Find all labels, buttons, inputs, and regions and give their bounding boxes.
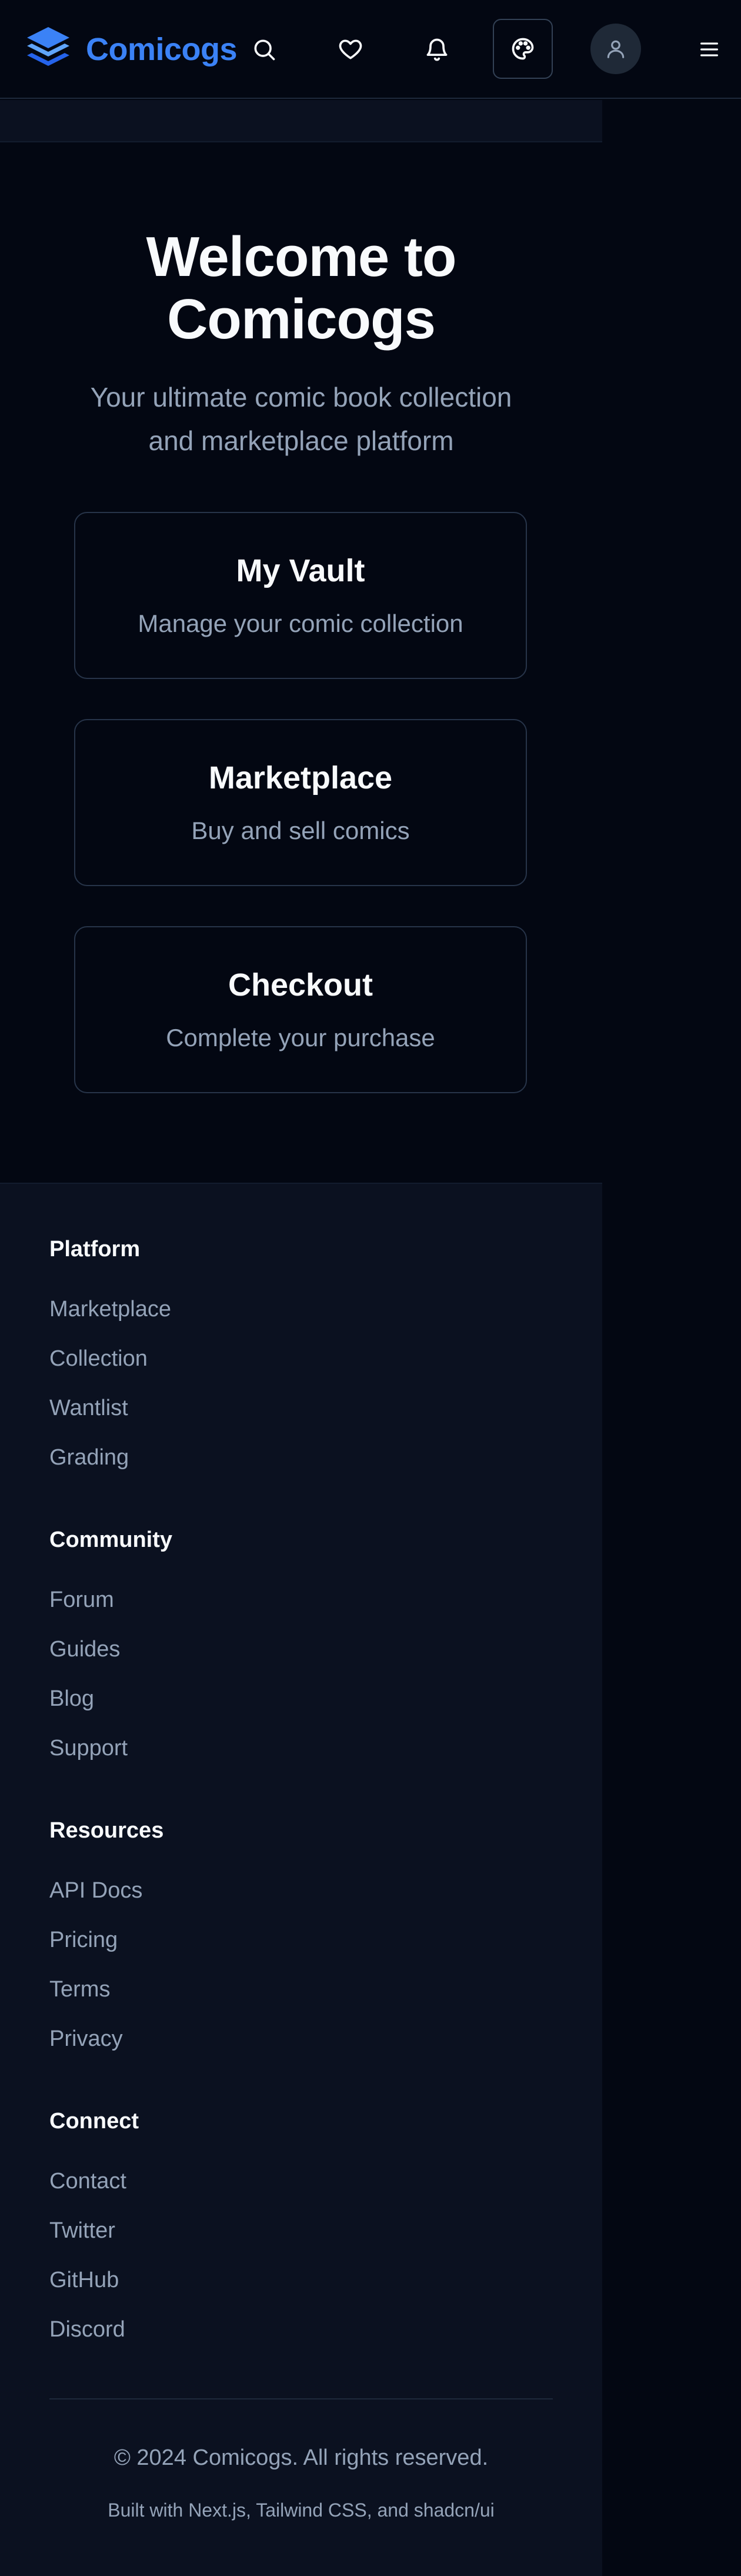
card-title: Checkout bbox=[228, 967, 373, 1003]
search-icon[interactable] bbox=[245, 31, 283, 68]
footer-link-privacy[interactable]: Privacy bbox=[49, 2025, 123, 2052]
card-title: My Vault bbox=[236, 553, 365, 588]
footer-link-collection[interactable]: Collection bbox=[49, 1345, 148, 1372]
footer-link-contact[interactable]: Contact bbox=[49, 2168, 126, 2195]
hero-section: Welcome to Comicogs Your ultimate comic … bbox=[0, 142, 602, 1183]
copyright-text: © 2024 Comicogs. All rights reserved. bbox=[114, 2445, 489, 2470]
footer-link-marketplace[interactable]: Marketplace bbox=[49, 1296, 171, 1323]
top-navbar: Comicogs bbox=[0, 0, 741, 99]
bell-icon[interactable] bbox=[418, 31, 456, 68]
footer-link-github[interactable]: GitHub bbox=[49, 2267, 119, 2294]
footer-heading: Connect bbox=[49, 2109, 139, 2134]
card-marketplace[interactable]: Marketplace Buy and sell comics bbox=[74, 719, 527, 886]
footer-link-terms[interactable]: Terms bbox=[49, 1976, 110, 2003]
card-description: Buy and sell comics bbox=[191, 817, 410, 844]
heart-icon[interactable] bbox=[332, 31, 369, 68]
footer-link-forum[interactable]: Forum bbox=[49, 1586, 114, 1613]
palette-icon bbox=[512, 38, 534, 60]
user-icon bbox=[607, 40, 625, 58]
footer-link-blog[interactable]: Blog bbox=[49, 1685, 94, 1712]
page-subtitle: Your ultimate comic book collection and … bbox=[90, 382, 512, 456]
card-description: Complete your purchase bbox=[166, 1024, 435, 1051]
layers-logo-icon[interactable] bbox=[26, 26, 71, 73]
footer-link-api-docs[interactable]: API Docs bbox=[49, 1877, 142, 1904]
footer-heading: Resources bbox=[49, 1818, 164, 1843]
theme-toggle-button[interactable] bbox=[493, 19, 553, 79]
subheader-strip bbox=[0, 100, 602, 142]
brand-name[interactable]: Comicogs bbox=[86, 29, 238, 69]
footer: Platform Marketplace Collection Wantlist… bbox=[0, 1183, 602, 2576]
footer-link-wantlist[interactable]: Wantlist bbox=[49, 1394, 128, 1422]
footer-link-grading[interactable]: Grading bbox=[49, 1444, 129, 1471]
footer-divider bbox=[49, 2398, 553, 2399]
footer-link-guides[interactable]: Guides bbox=[49, 1636, 120, 1663]
menu-icon[interactable] bbox=[692, 31, 727, 68]
footer-link-discord[interactable]: Discord bbox=[49, 2316, 125, 2343]
built-with-text: Built with Next.js, Tailwind CSS, and sh… bbox=[108, 2500, 495, 2521]
footer-heading: Platform bbox=[49, 1237, 141, 1262]
card-checkout[interactable]: Checkout Complete your purchase bbox=[74, 926, 527, 1093]
avatar[interactable] bbox=[590, 24, 641, 74]
footer-link-pricing[interactable]: Pricing bbox=[49, 1926, 118, 1953]
page-title: Welcome to Comicogs bbox=[146, 225, 457, 351]
card-description: Manage your comic collection bbox=[138, 610, 463, 637]
footer-heading: Community bbox=[49, 1527, 172, 1552]
footer-link-twitter[interactable]: Twitter bbox=[49, 2217, 115, 2244]
card-my-vault[interactable]: My Vault Manage your comic collection bbox=[74, 512, 527, 679]
card-title: Marketplace bbox=[208, 760, 393, 796]
footer-link-support[interactable]: Support bbox=[49, 1735, 128, 1762]
